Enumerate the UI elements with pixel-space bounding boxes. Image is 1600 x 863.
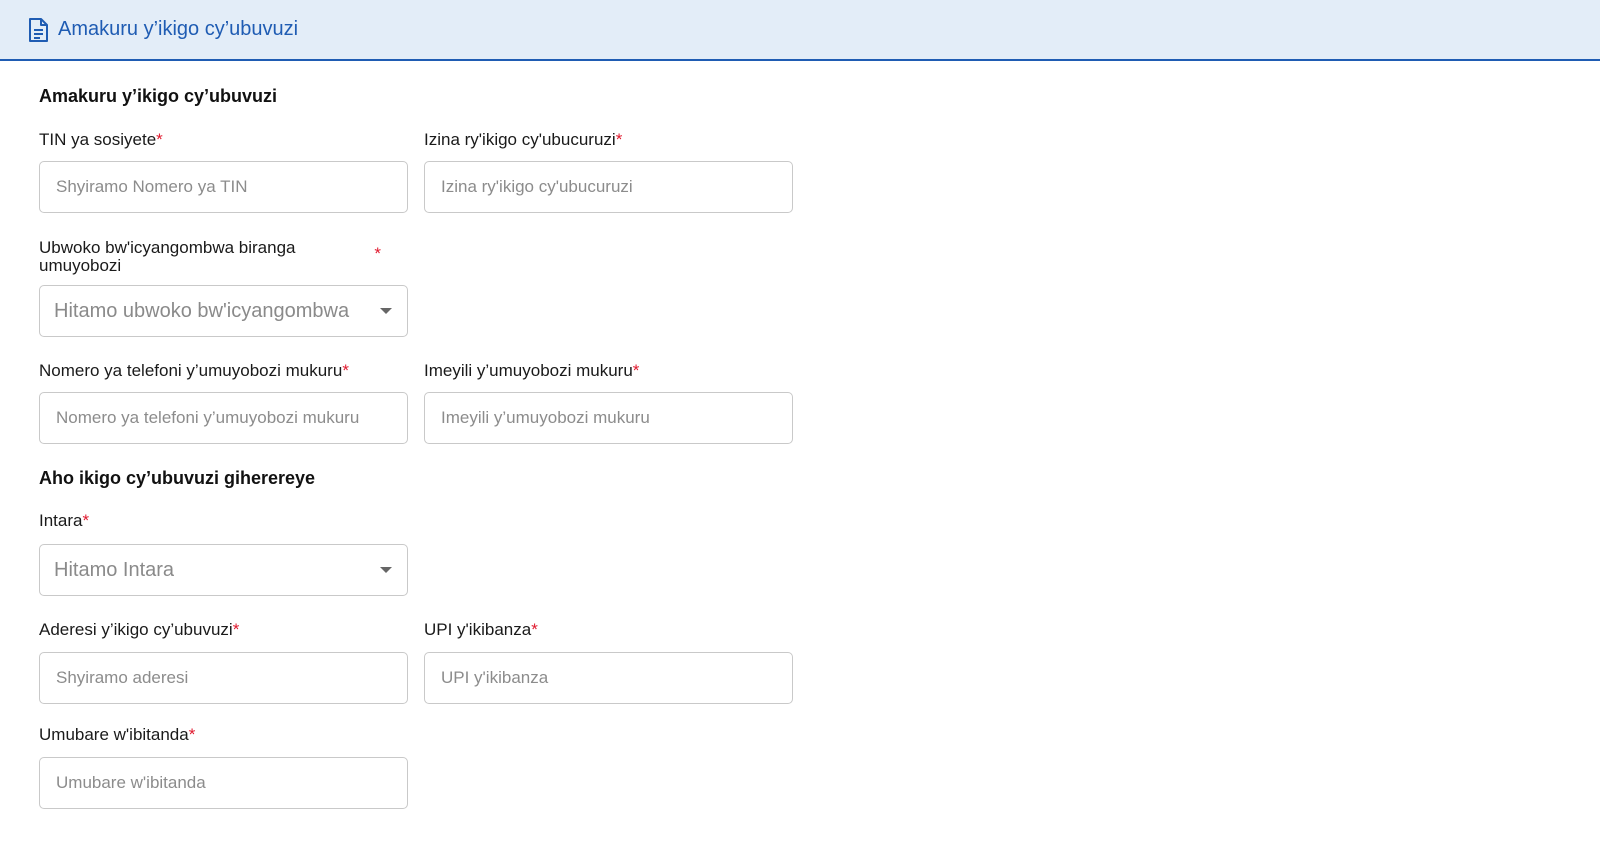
upi-input[interactable]	[424, 652, 793, 704]
tin-input[interactable]	[39, 161, 408, 213]
province-selected-value: Hitamo Intara	[54, 558, 175, 581]
chevron-down-icon	[380, 308, 392, 314]
required-marker: *	[156, 130, 163, 149]
section-title-facility-info: Amakuru y’ikigo cy’ubuvuzi	[39, 86, 278, 106]
required-marker: *	[374, 244, 381, 263]
doc-type-selected-value: Hitamo ubwoko bw'icyangombwa	[54, 299, 350, 322]
required-marker: *	[82, 511, 90, 530]
upi-label: UPI y'ikibanza*	[424, 620, 538, 639]
doc-type-label: Ubwoko bw'icyangombwa biranga umuyobozi *	[39, 238, 381, 275]
province-label: Intara*	[39, 511, 90, 530]
required-marker: *	[342, 361, 349, 380]
address-label: Aderesi y’ikigo cy’ubuvuzi*	[39, 620, 240, 639]
beds-input[interactable]	[39, 757, 408, 809]
business-name-input[interactable]	[424, 161, 793, 213]
page-title: Amakuru y’ikigo cy’ubuvuzi	[58, 18, 299, 40]
address-input[interactable]	[39, 652, 408, 704]
required-marker: *	[615, 130, 623, 149]
province-select[interactable]: Hitamo Intara	[39, 544, 408, 596]
chevron-down-icon	[380, 567, 392, 573]
required-marker: *	[188, 725, 196, 744]
phone-label: Nomero ya telefoni y’umuyobozi mukuru*	[39, 361, 349, 380]
required-marker: *	[531, 620, 538, 639]
phone-input[interactable]	[39, 392, 408, 444]
email-input[interactable]	[424, 392, 793, 444]
beds-label: Umubare w'ibitanda*	[39, 725, 196, 744]
email-label: Imeyili y’umuyobozi mukuru*	[424, 361, 640, 380]
document-icon	[28, 17, 48, 42]
required-marker: *	[232, 620, 240, 639]
page-header: Amakuru y’ikigo cy’ubuvuzi	[0, 0, 1600, 61]
business-name-label: Izina ry'ikigo cy'ubucuruzi*	[424, 130, 623, 149]
required-marker: *	[632, 361, 640, 380]
tin-label: TIN ya sosiyete*	[39, 130, 163, 149]
section-title-location: Aho ikigo cy’ubuvuzi giherereye	[39, 468, 316, 488]
doc-type-select[interactable]: Hitamo ubwoko bw'icyangombwa	[39, 285, 408, 337]
